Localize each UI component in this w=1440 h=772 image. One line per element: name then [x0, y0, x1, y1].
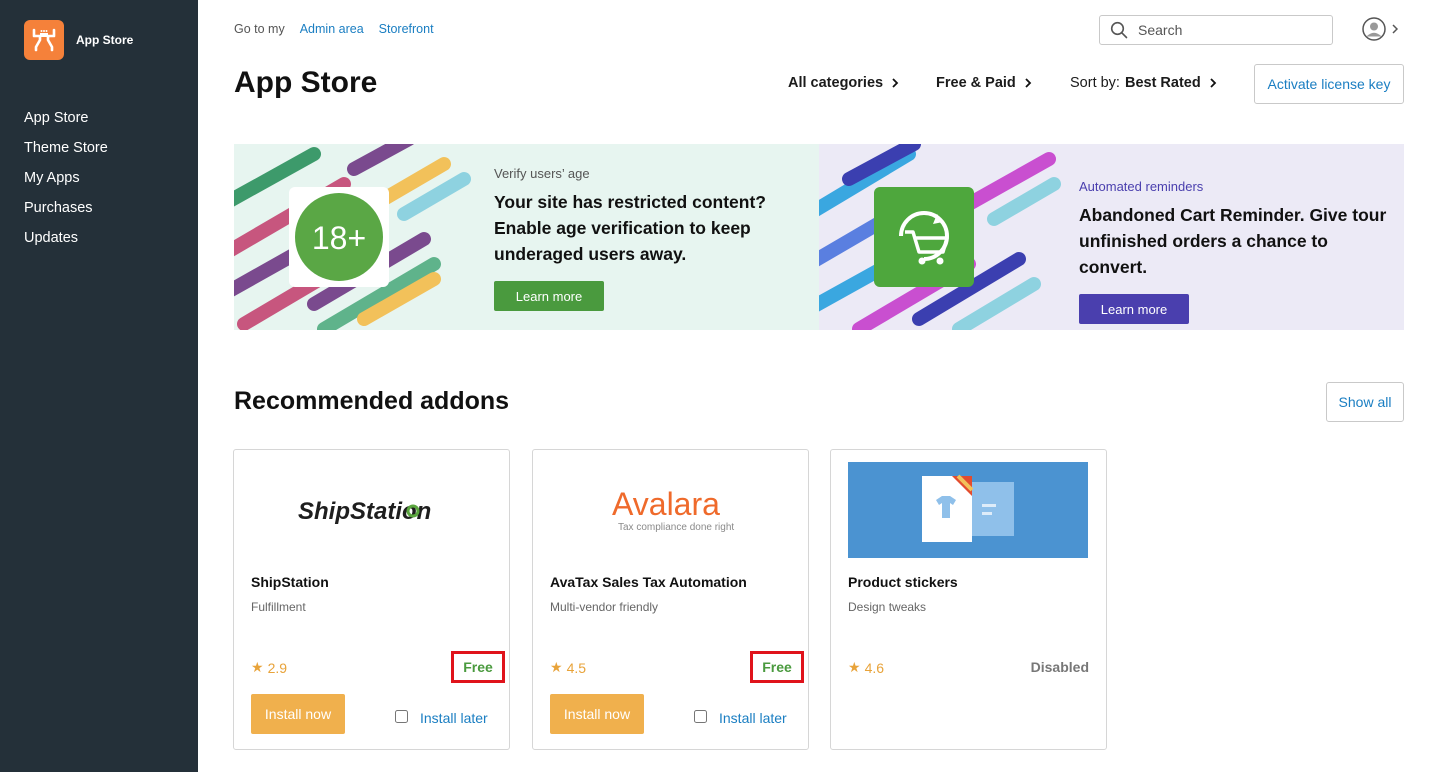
chevron-right-icon — [1210, 78, 1216, 88]
status-badge: Disabled — [1030, 659, 1089, 675]
install-later-link[interactable]: Install later — [420, 710, 488, 726]
cart-banner-eyebrow: Automated reminders — [1079, 179, 1204, 194]
sort-label: Sort by: — [1070, 75, 1120, 91]
sidebar: App Store App Store Theme Store My Apps … — [0, 0, 198, 772]
goto-label: Go to my — [234, 22, 285, 36]
admin-area-link[interactable]: Admin area — [300, 22, 364, 36]
addon-name[interactable]: ShipStation — [251, 574, 329, 590]
page-title: App Store — [234, 66, 378, 99]
goto-bar: Go to my Admin area Storefront — [234, 22, 434, 36]
age-banner-text: Verify users’ age Your site has restrict… — [494, 166, 794, 311]
brand-name: App Store — [76, 33, 134, 47]
search-input[interactable] — [1138, 22, 1308, 38]
addon-rating: ★ 4.6 — [848, 659, 884, 676]
shipstation-logo-text: ShipStation — [298, 498, 431, 525]
cart-reminder-banner[interactable]: Automated reminders Abandoned Cart Remin… — [819, 144, 1404, 330]
user-menu[interactable] — [1362, 17, 1400, 41]
install-now-button[interactable]: Install now — [251, 694, 345, 734]
star-icon: ★ — [550, 659, 563, 675]
age-badge-text: 18+ — [312, 220, 366, 256]
addon-card-avatax[interactable]: Avalara Tax compliance done right AvaTax… — [532, 449, 809, 750]
banner-stripes-art — [819, 144, 1061, 330]
sidebar-item-updates[interactable]: Updates — [24, 228, 108, 258]
sort-filter[interactable]: Sort by: Best Rated — [1070, 75, 1217, 91]
install-later-option[interactable]: Install later — [395, 706, 488, 726]
addon-category: Design tweaks — [848, 600, 927, 614]
star-icon: ★ — [251, 659, 264, 675]
avalara-logo-text: Avalara — [612, 486, 720, 522]
product-stickers-image — [848, 462, 1088, 558]
sidebar-nav: App Store Theme Store My Apps Purchases … — [24, 108, 108, 258]
categories-filter-label: All categories — [788, 75, 884, 91]
install-later-link[interactable]: Install later — [719, 710, 787, 726]
sidebar-item-theme-store[interactable]: Theme Store — [24, 138, 108, 168]
activate-license-button[interactable]: Activate license key — [1254, 64, 1404, 104]
chevron-right-icon — [892, 78, 899, 88]
avalara-logo: Avalara Tax compliance done right — [533, 450, 808, 570]
rating-value: 4.5 — [566, 659, 587, 676]
categories-filter[interactable]: All categories — [788, 75, 899, 91]
age-verification-banner[interactable]: 18+ Verify users’ age Your site has rest… — [234, 144, 819, 330]
sidebar-item-app-store[interactable]: App Store — [24, 108, 108, 138]
chevron-right-icon — [1392, 24, 1399, 34]
install-later-option[interactable]: Install later — [694, 706, 787, 726]
install-now-button[interactable]: Install now — [550, 694, 644, 734]
price-filter[interactable]: Free & Paid — [936, 75, 1032, 91]
addon-category: Multi-vendor friendly — [550, 600, 659, 614]
price-badge: Free — [750, 651, 804, 683]
addon-card-shipstation[interactable]: ShipStation ShipStation Fulfillment ★ 2.… — [233, 449, 510, 750]
chevron-right-icon — [1025, 78, 1032, 88]
addon-card-product-stickers[interactable]: Product stickers Design tweaks ★ 4.6 Dis… — [830, 449, 1107, 750]
addon-rating: ★ 4.5 — [550, 659, 586, 676]
cart-banner-text: Automated reminders Abandoned Cart Remin… — [1079, 179, 1399, 324]
install-later-checkbox[interactable] — [694, 709, 707, 723]
age-banner-eyebrow: Verify users’ age — [494, 166, 590, 181]
cart-banner-headline: Abandoned Cart Reminder. Give tour unfin… — [1079, 205, 1387, 277]
install-later-checkbox[interactable] — [395, 709, 408, 723]
cart-banner-learn-more-button[interactable]: Learn more — [1079, 294, 1189, 324]
price-filter-label: Free & Paid — [936, 75, 1016, 91]
rating-value: 4.6 — [864, 659, 885, 676]
search-icon — [1110, 21, 1128, 39]
recommended-title: Recommended addons — [234, 387, 510, 415]
addon-rating: ★ 2.9 — [251, 659, 287, 676]
sort-value: Best Rated — [1124, 75, 1201, 91]
storefront-link[interactable]: Storefront — [379, 22, 434, 36]
addon-name[interactable]: AvaTax Sales Tax Automation — [550, 574, 747, 590]
brand[interactable]: App Store — [24, 20, 133, 60]
search-box[interactable] — [1099, 15, 1333, 45]
age-banner-headline: Your site has restricted content? Enable… — [494, 192, 766, 264]
addon-name[interactable]: Product stickers — [848, 574, 958, 590]
price-badge: Free — [451, 651, 505, 683]
app-logo-icon — [24, 20, 64, 60]
sidebar-item-purchases[interactable]: Purchases — [24, 198, 108, 228]
rating-value: 2.9 — [267, 659, 288, 676]
banner-stripes-art: 18+ — [234, 144, 471, 330]
avalara-tagline: Tax compliance done right — [618, 522, 734, 533]
show-all-button[interactable]: Show all — [1326, 382, 1404, 422]
user-avatar-icon — [1362, 17, 1386, 41]
sidebar-item-my-apps[interactable]: My Apps — [24, 168, 108, 198]
age-banner-learn-more-button[interactable]: Learn more — [494, 281, 604, 311]
shipstation-logo: ShipStation — [234, 450, 509, 570]
addon-category: Fulfillment — [251, 600, 306, 614]
star-icon: ★ — [848, 659, 861, 675]
